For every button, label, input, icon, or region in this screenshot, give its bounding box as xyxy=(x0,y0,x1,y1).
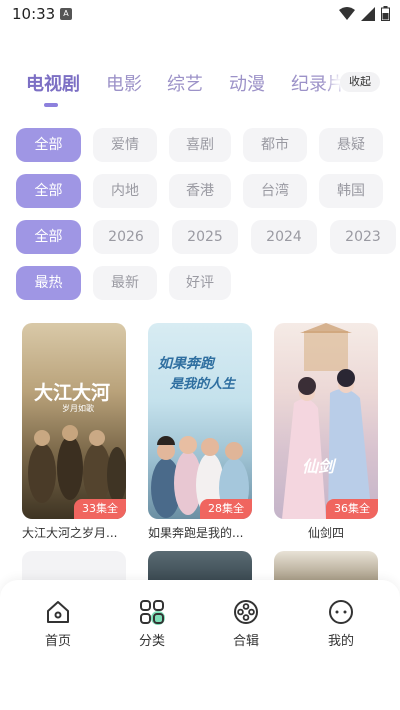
region-chip-taiwan[interactable]: 台湾 xyxy=(243,174,307,208)
genre-chip-romance[interactable]: 爱情 xyxy=(93,128,157,162)
tab-documentary[interactable]: 纪录片 xyxy=(291,70,345,96)
bottom-navigation: 首页 分类 合辑 我的 xyxy=(0,580,400,710)
year-filter-row: 全部 2026 2025 2024 2023 xyxy=(0,220,400,256)
tab-anime[interactable]: 动漫 xyxy=(229,70,265,96)
notification-icon: A xyxy=(60,8,72,20)
status-icons xyxy=(339,6,390,21)
region-chip-mainland[interactable]: 内地 xyxy=(93,174,157,208)
tab-tv-series[interactable]: 电视剧 xyxy=(26,70,80,96)
tab-variety[interactable]: 综艺 xyxy=(167,70,203,96)
show-card-partial[interactable] xyxy=(148,551,252,581)
nav-category[interactable]: 分类 xyxy=(122,598,182,649)
wifi-icon xyxy=(339,6,355,20)
show-grid: 大江大河 岁月如歌 33集全 大江大河之岁月... 如果奔跑 是我的人生 28集… xyxy=(0,323,400,583)
poster-title: 如果奔跑 xyxy=(158,356,214,372)
collection-icon xyxy=(234,600,258,624)
tab-movies[interactable]: 电影 xyxy=(106,70,142,96)
poster-title: 仙剑 xyxy=(302,457,335,476)
show-card[interactable]: 如果奔跑 是我的人生 28集全 如果奔跑是我的... xyxy=(148,323,252,541)
episode-badge: 36集全 xyxy=(326,499,378,519)
poster-figures xyxy=(282,323,372,519)
show-card-partial[interactable] xyxy=(22,551,126,581)
genre-chip-comedy[interactable]: 喜剧 xyxy=(169,128,231,162)
episode-badge: 33集全 xyxy=(74,499,126,519)
show-title[interactable]: 仙剑四 xyxy=(274,524,378,541)
nav-category-label: 分类 xyxy=(138,634,165,649)
category-icon xyxy=(140,600,165,625)
show-card[interactable]: 大江大河 岁月如歌 33集全 大江大河之岁月... xyxy=(22,323,126,541)
poster-title: 大江大河 xyxy=(34,382,111,404)
year-chip-all[interactable]: 全部 xyxy=(16,220,81,254)
poster-image[interactable]: 大江大河 岁月如歌 33集全 xyxy=(22,323,126,519)
sort-filter-row: 最热 最新 好评 xyxy=(0,266,400,302)
nav-home-label: 首页 xyxy=(44,634,71,649)
nav-profile[interactable]: 我的 xyxy=(311,598,371,649)
genre-chip-all[interactable]: 全部 xyxy=(16,128,81,162)
sort-chip-newest[interactable]: 最新 xyxy=(93,266,157,300)
year-chip-2026[interactable]: 2026 xyxy=(93,220,159,254)
genre-chip-mystery[interactable]: 悬疑 xyxy=(319,128,383,162)
episode-badge: 28集全 xyxy=(200,499,252,519)
battery-icon xyxy=(381,6,390,21)
nav-profile-label: 我的 xyxy=(327,634,354,649)
category-tabs: 电视剧 电影 综艺 动漫 纪录片 xyxy=(0,70,400,110)
region-chip-hongkong[interactable]: 香港 xyxy=(169,174,231,208)
nav-collection[interactable]: 合辑 xyxy=(216,598,276,649)
show-title[interactable]: 如果奔跑是我的... xyxy=(148,524,258,541)
poster-figures xyxy=(28,425,126,503)
genre-filter-row: 全部 爱情 喜剧 都市 悬疑 xyxy=(0,128,400,164)
sort-chip-top-rated[interactable]: 好评 xyxy=(169,266,231,300)
show-card-partial[interactable] xyxy=(274,551,378,581)
active-tab-indicator xyxy=(44,103,58,107)
show-card[interactable]: 仙剑 36集全 仙剑四 xyxy=(274,323,378,541)
status-bar: 10:33 A xyxy=(0,0,400,28)
show-title[interactable]: 大江大河之岁月... xyxy=(22,524,132,541)
profile-icon xyxy=(329,600,353,624)
year-chip-2023[interactable]: 2023 xyxy=(330,220,396,254)
nav-collection-label: 合辑 xyxy=(232,634,259,649)
poster-subtitle: 岁月如歌 xyxy=(62,404,94,413)
region-filter-row: 全部 内地 香港 台湾 韩国 xyxy=(0,174,400,210)
region-chip-all[interactable]: 全部 xyxy=(16,174,81,208)
year-chip-2024[interactable]: 2024 xyxy=(251,220,317,254)
collapse-button[interactable]: 收起 xyxy=(340,72,380,92)
poster-subtitle: 是我的人生 xyxy=(170,377,236,392)
poster-image[interactable]: 仙剑 36集全 xyxy=(274,323,378,519)
year-chip-2025[interactable]: 2025 xyxy=(172,220,238,254)
nav-home[interactable]: 首页 xyxy=(28,598,88,649)
region-chip-korea[interactable]: 韩国 xyxy=(319,174,383,208)
signal-icon xyxy=(361,6,375,21)
sort-chip-hottest[interactable]: 最热 xyxy=(16,266,81,300)
poster-image[interactable]: 如果奔跑 是我的人生 28集全 xyxy=(148,323,252,519)
status-time: 10:33 xyxy=(12,5,56,23)
genre-chip-urban[interactable]: 都市 xyxy=(243,128,307,162)
home-icon xyxy=(47,601,69,623)
